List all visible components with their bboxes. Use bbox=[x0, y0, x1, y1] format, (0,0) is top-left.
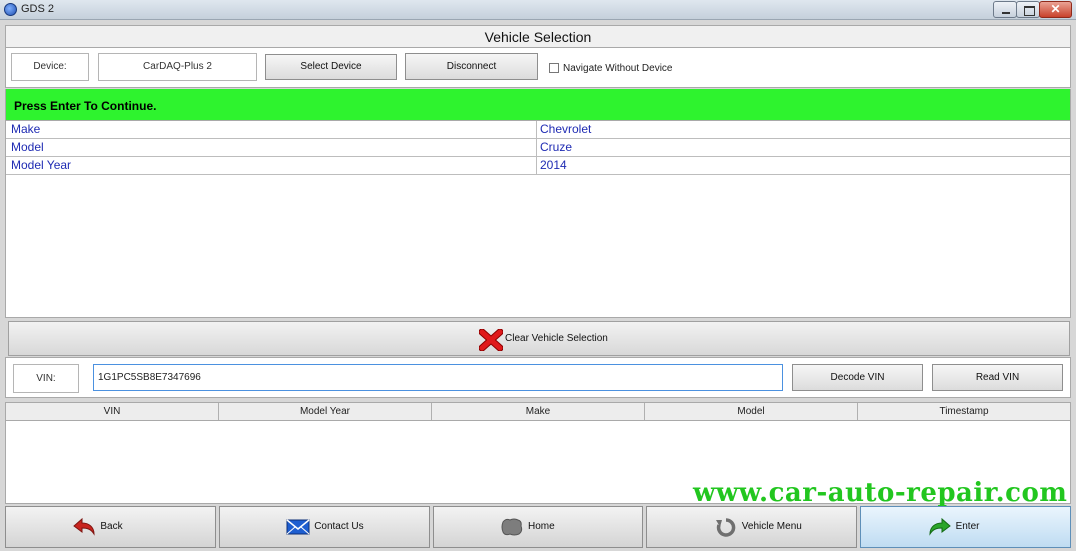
column-header-vin[interactable]: VIN bbox=[6, 403, 219, 420]
page-title: Vehicle Selection bbox=[5, 25, 1071, 48]
vehicle-field-value: Chevrolet bbox=[540, 122, 592, 136]
home-label: Home bbox=[527, 521, 555, 532]
vin-input[interactable] bbox=[93, 364, 783, 391]
enter-button[interactable]: Enter bbox=[860, 506, 1071, 548]
device-row: Device: CarDAQ-Plus 2 Select Device Disc… bbox=[5, 48, 1071, 88]
window-title: GDS 2 bbox=[21, 3, 55, 15]
red-x-icon bbox=[479, 329, 503, 351]
table-row[interactable]: Model Cruze bbox=[6, 139, 1070, 157]
vehicle-field-value: 2014 bbox=[540, 158, 567, 172]
vehicle-field-label: Model bbox=[11, 140, 44, 154]
decode-vin-button[interactable]: Decode VIN bbox=[792, 364, 923, 391]
status-message: Press Enter To Continue. bbox=[14, 99, 157, 113]
vin-label: VIN: bbox=[13, 364, 79, 393]
vehicle-field-label: Model Year bbox=[11, 158, 72, 172]
navigate-without-device-label: Navigate Without Device bbox=[563, 63, 673, 74]
clear-vehicle-selection-label: Clear Vehicle Selection bbox=[505, 333, 608, 344]
device-value: CarDAQ-Plus 2 bbox=[98, 53, 257, 81]
back-label: Back bbox=[100, 521, 123, 532]
back-arrow-icon bbox=[73, 517, 95, 536]
column-header-model-year[interactable]: Model Year bbox=[219, 403, 432, 420]
envelope-icon bbox=[286, 519, 310, 535]
column-divider bbox=[536, 157, 537, 175]
back-button[interactable]: Back bbox=[5, 506, 216, 548]
window-title-bar: GDS 2 ✕ bbox=[0, 0, 1076, 20]
read-vin-button[interactable]: Read VIN bbox=[932, 364, 1063, 391]
minimize-button[interactable] bbox=[993, 1, 1017, 18]
vehicle-field-value: Cruze bbox=[540, 140, 573, 154]
vin-row: VIN: Decode VIN Read VIN bbox=[5, 357, 1071, 398]
refresh-icon bbox=[715, 518, 736, 537]
table-header: VIN Model Year Make Model Timestamp bbox=[6, 403, 1070, 421]
forward-arrow-icon bbox=[929, 517, 951, 536]
table-row[interactable]: Model Year 2014 bbox=[6, 157, 1070, 175]
home-button[interactable]: Home bbox=[432, 506, 644, 548]
minimize-icon bbox=[1002, 12, 1010, 14]
device-label: Device: bbox=[11, 53, 89, 81]
navigate-without-device-checkbox[interactable] bbox=[549, 63, 559, 73]
vehicle-details-table: Make Chevrolet Model Cruze Model Year 20… bbox=[5, 121, 1071, 318]
column-header-model[interactable]: Model bbox=[645, 403, 858, 420]
vehicle-field-label: Make bbox=[11, 122, 41, 136]
disconnect-button[interactable]: Disconnect bbox=[405, 53, 538, 80]
enter-label: Enter bbox=[955, 521, 980, 532]
table-row[interactable]: Make Chevrolet bbox=[6, 121, 1070, 139]
maximize-icon bbox=[1024, 6, 1035, 16]
app-logo-icon bbox=[4, 3, 17, 16]
vehicle-menu-label: Vehicle Menu bbox=[741, 521, 802, 532]
column-header-timestamp[interactable]: Timestamp bbox=[858, 403, 1070, 420]
contact-us-button[interactable]: Contact Us bbox=[218, 506, 430, 548]
bottom-nav-bar: Back Contact Us Home Vehicle Menu Enter bbox=[5, 506, 1071, 548]
status-bar: Press Enter To Continue. bbox=[5, 89, 1071, 121]
select-device-button[interactable]: Select Device bbox=[265, 54, 397, 80]
vehicle-menu-button[interactable]: Vehicle Menu bbox=[646, 506, 858, 548]
column-divider bbox=[536, 121, 537, 139]
contact-us-label: Contact Us bbox=[314, 521, 364, 532]
home-icon bbox=[501, 518, 523, 536]
close-button[interactable]: ✕ bbox=[1039, 1, 1072, 18]
clear-vehicle-selection-button[interactable]: Clear Vehicle Selection bbox=[8, 321, 1070, 356]
watermark-text: www.car-auto-repair.com bbox=[693, 478, 1068, 508]
close-icon: ✕ bbox=[1050, 2, 1061, 16]
column-divider bbox=[536, 139, 537, 157]
maximize-button[interactable] bbox=[1016, 1, 1040, 18]
column-header-make[interactable]: Make bbox=[432, 403, 645, 420]
